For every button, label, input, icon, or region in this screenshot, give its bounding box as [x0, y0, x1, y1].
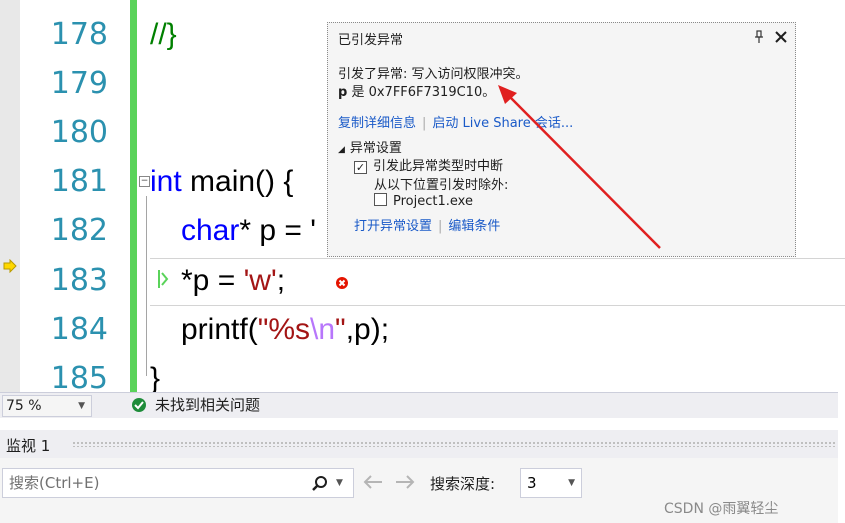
search-options-chevron-icon[interactable]: ▼: [336, 469, 343, 497]
string-literal: 'w': [243, 264, 277, 297]
search-forward-arrow-icon[interactable]: [394, 474, 416, 490]
line-number: 179: [50, 66, 108, 101]
string-literal: ": [335, 313, 346, 346]
exception-settings-header[interactable]: ◢ 异常设置: [338, 137, 402, 156]
popup-title: 已引发异常: [338, 33, 404, 48]
search-depth-dropdown[interactable]: 3 ▼: [520, 468, 582, 498]
project-exclude-checkbox[interactable]: Project1.exe: [374, 193, 473, 209]
watch-panel-header: 监视 1: [0, 430, 838, 458]
checkbox-label: 引发此异常类型时中断: [373, 159, 504, 174]
search-placeholder: 搜索(Ctrl+E): [9, 474, 100, 492]
escape-sequence: \n: [310, 313, 336, 346]
error-icon[interactable]: [335, 276, 349, 290]
checkbox-label: Project1.exe: [393, 194, 473, 209]
string-literal: "%s: [257, 313, 311, 346]
exception-detail: p 是 0x7FF6F7319C10。: [338, 81, 495, 100]
copy-details-link[interactable]: 复制详细信息: [338, 116, 416, 131]
line-number: 183: [50, 263, 108, 298]
checkbox-unchecked-icon: [374, 193, 387, 206]
next-statement-icon: [158, 270, 169, 288]
depth-value: 3: [527, 474, 537, 492]
change-tracking-bar: [130, 0, 137, 392]
current-statement-arrow-icon: [3, 259, 17, 273]
fold-guide-line: [146, 196, 147, 376]
code-line-185[interactable]: }: [150, 359, 160, 392]
code-line-182[interactable]: char* p = ': [181, 211, 316, 251]
watch-panel-title[interactable]: 监视 1: [6, 435, 50, 456]
search-icon[interactable]: [311, 475, 329, 493]
expand-triangle-icon: ◢: [338, 145, 345, 155]
detail-text: 是 0x7FF6F7319C10。: [347, 85, 496, 100]
pin-icon[interactable]: [754, 30, 764, 44]
except-label: 从以下位置引发时除外:: [374, 178, 509, 193]
code-text: main() {: [181, 165, 294, 198]
drag-grip[interactable]: [72, 441, 836, 447]
close-icon[interactable]: [774, 30, 788, 44]
code-text: *p =: [181, 264, 244, 297]
zoom-value: 75 %: [6, 398, 42, 414]
collapse-toggle-icon[interactable]: −: [139, 176, 150, 187]
watch-panel-toolbar: 搜索(Ctrl+E) ▼ 搜索深度: 3 ▼ CSDN @雨翼轻尘: [0, 458, 838, 523]
issues-status[interactable]: 未找到相关问题: [155, 395, 260, 415]
link-separator: |: [422, 116, 427, 131]
watermark: CSDN @雨翼轻尘: [664, 501, 779, 517]
code-line-184[interactable]: printf("%s\n",p);: [181, 310, 389, 350]
zoom-dropdown[interactable]: 75 % ▼: [2, 395, 92, 417]
code-text: printf(: [181, 313, 258, 346]
annotation-arrow: [498, 85, 661, 249]
break-on-exception-checkbox[interactable]: ✓ 引发此异常类型时中断: [354, 155, 503, 174]
line-number: 184: [50, 312, 108, 347]
search-depth-label: 搜索深度:: [430, 475, 496, 493]
line-number: 180: [50, 115, 108, 150]
search-back-arrow-icon[interactable]: [362, 474, 384, 490]
keyword: int: [150, 165, 182, 198]
code-text: * p = ': [239, 214, 316, 247]
code-line-183[interactable]: *p = 'w';: [181, 261, 285, 301]
line-number: 178: [50, 17, 108, 52]
settings-links: 打开异常设置 | 编辑条件: [354, 215, 500, 234]
code-text: ;: [276, 264, 286, 297]
section-label: 异常设置: [349, 141, 402, 156]
code-line-178[interactable]: //}: [150, 15, 177, 55]
watch-search-input[interactable]: 搜索(Ctrl+E) ▼: [2, 468, 354, 498]
keyword: char: [181, 214, 240, 247]
code-text: ,p);: [345, 313, 390, 346]
link-separator: |: [438, 219, 443, 234]
code-line-181[interactable]: int main() {: [150, 162, 293, 202]
chevron-down-icon: ▼: [78, 401, 85, 411]
checkbox-checked-icon: ✓: [354, 161, 367, 174]
check-circle-icon: [132, 398, 146, 412]
line-number: 182: [50, 213, 108, 248]
chevron-down-icon: ▼: [568, 478, 575, 488]
variable-name: p: [338, 85, 348, 100]
glyph-margin: [0, 0, 20, 392]
editor-status-bar: 75 % ▼ 未找到相关问题: [0, 392, 838, 418]
line-number: 185: [50, 361, 108, 392]
open-exception-settings-link[interactable]: 打开异常设置: [354, 219, 432, 234]
line-number: 181: [50, 164, 108, 199]
